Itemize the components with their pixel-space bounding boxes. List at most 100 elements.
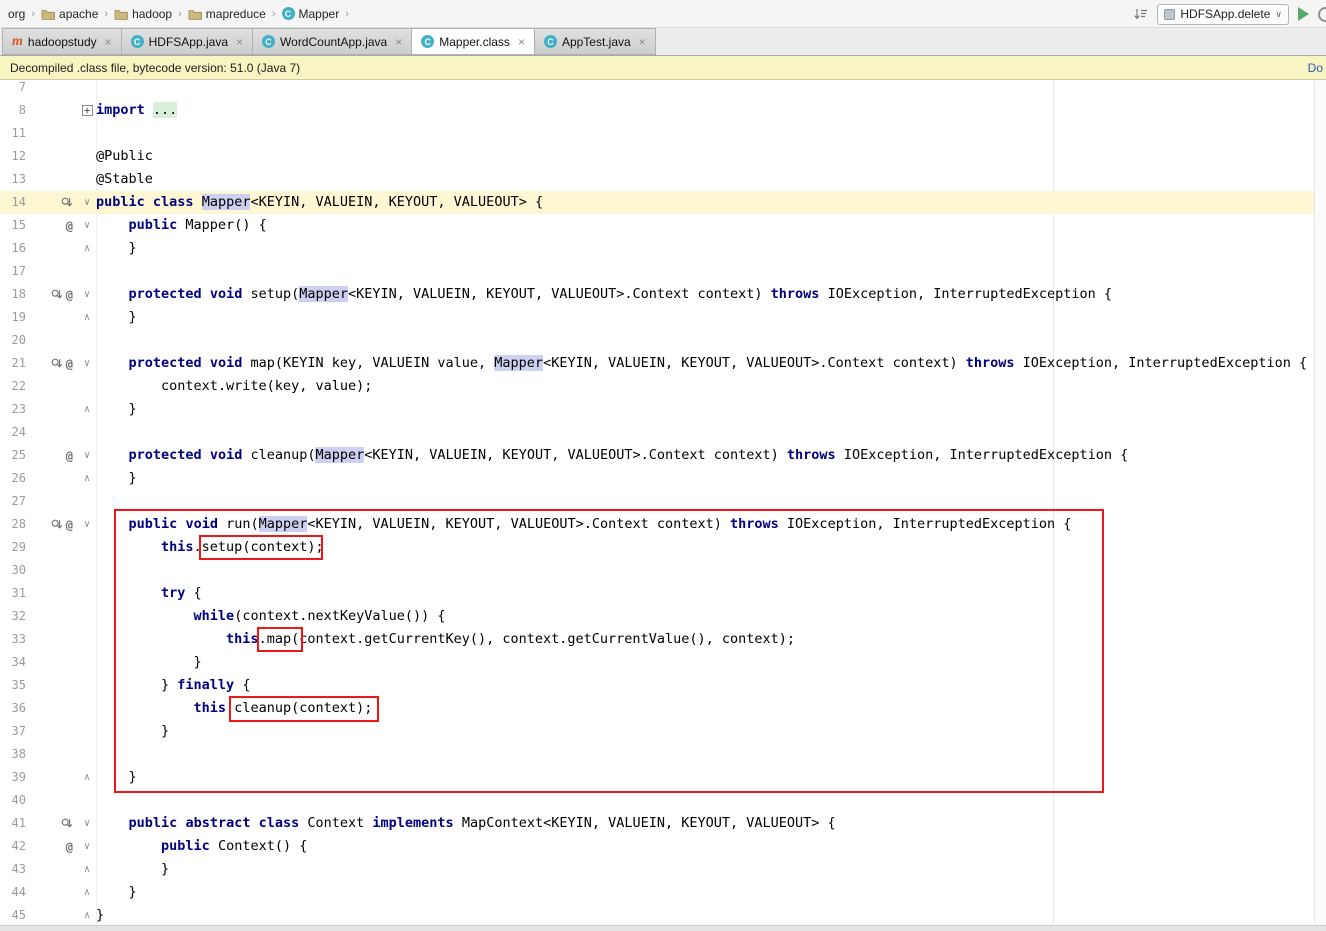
- code-text[interactable]: this.cleanup(context);: [96, 697, 1326, 720]
- breadcrumb-label: Mapper: [299, 7, 340, 21]
- annotation-marker-icon[interactable]: @: [66, 841, 73, 853]
- fold-down-icon[interactable]: ∨: [78, 444, 96, 467]
- sort-lines-icon[interactable]: [1133, 8, 1148, 21]
- annotation-marker-icon[interactable]: @: [66, 519, 73, 531]
- fold-up-icon[interactable]: ∧: [78, 766, 96, 789]
- vertical-scrollbar[interactable]: [1314, 80, 1326, 925]
- code-text[interactable]: [96, 490, 1326, 513]
- code-text[interactable]: }: [96, 858, 1326, 881]
- code-text[interactable]: [96, 421, 1326, 444]
- code-text[interactable]: [96, 559, 1326, 582]
- partial-circle-icon[interactable]: [1318, 7, 1326, 22]
- code-text[interactable]: context.write(key, value);: [96, 375, 1326, 398]
- breadcrumb-item-mapreduce[interactable]: mapreduce: [188, 7, 266, 21]
- code-text[interactable]: [96, 329, 1326, 352]
- tab-close-icon[interactable]: ×: [639, 35, 646, 49]
- code-text[interactable]: [96, 122, 1326, 145]
- tab-close-icon[interactable]: ×: [395, 35, 402, 49]
- code-text[interactable]: protected void setup(Mapper<KEYIN, VALUE…: [96, 283, 1326, 306]
- fold-up-icon[interactable]: ∧: [78, 881, 96, 904]
- code-text[interactable]: }: [96, 237, 1326, 260]
- code-text[interactable]: public class Mapper<KEYIN, VALUEIN, KEYO…: [96, 191, 1326, 214]
- run-button[interactable]: [1298, 7, 1309, 21]
- fold-up-icon[interactable]: ∧: [78, 306, 96, 329]
- code-text[interactable]: public Context() {: [96, 835, 1326, 858]
- tab-close-icon[interactable]: ×: [236, 35, 243, 49]
- fold-down-icon[interactable]: ∨: [78, 214, 96, 237]
- line-number: 20: [0, 329, 26, 352]
- code-text[interactable]: public abstract class Context implements…: [96, 812, 1326, 835]
- code-text[interactable]: public Mapper() {: [96, 214, 1326, 237]
- code-text[interactable]: @Stable: [96, 168, 1326, 191]
- fold-down-icon[interactable]: ∨: [78, 812, 96, 835]
- code-text[interactable]: [96, 789, 1326, 812]
- code-text[interactable]: }: [96, 881, 1326, 904]
- overridden-marker-icon[interactable]: [51, 289, 63, 301]
- code-text[interactable]: [96, 743, 1326, 766]
- code-text[interactable]: } finally {: [96, 674, 1326, 697]
- gutter-icons: [26, 812, 78, 835]
- annotation-marker-icon[interactable]: @: [66, 220, 73, 232]
- annotation-marker-icon[interactable]: @: [66, 289, 73, 301]
- code-text[interactable]: }: [96, 651, 1326, 674]
- code-text[interactable]: }: [96, 306, 1326, 329]
- code-text[interactable]: this.setup(context);: [96, 536, 1326, 559]
- fold-up-icon[interactable]: ∧: [78, 398, 96, 421]
- fold-down-icon[interactable]: ∨: [78, 283, 96, 306]
- tab-wordcountapp-java[interactable]: CWordCountApp.java×: [253, 28, 412, 55]
- overridden-marker-icon[interactable]: [61, 818, 73, 830]
- code-text[interactable]: import ...: [96, 99, 1326, 122]
- code-editor[interactable]: 78+import ...1112@Public13@Stable14∨publ…: [0, 80, 1326, 925]
- code-text[interactable]: }: [96, 467, 1326, 490]
- fold-down-icon[interactable]: ∨: [78, 835, 96, 858]
- code-text[interactable]: [96, 80, 1326, 99]
- code-line-11: 11: [0, 122, 1326, 145]
- code-text[interactable]: public void run(Mapper<KEYIN, VALUEIN, K…: [96, 513, 1326, 536]
- code-text[interactable]: try {: [96, 582, 1326, 605]
- fold-up-icon[interactable]: ∧: [78, 904, 96, 925]
- gutter-icons: [26, 628, 78, 651]
- code-text[interactable]: }: [96, 398, 1326, 421]
- annotation-marker-icon[interactable]: @: [66, 450, 73, 462]
- run-configuration-select[interactable]: HDFSApp.delete ∨: [1157, 4, 1289, 25]
- breadcrumb-item-apache[interactable]: apache: [41, 7, 98, 21]
- horizontal-scrollbar[interactable]: [0, 925, 1326, 931]
- overridden-marker-icon[interactable]: [51, 358, 63, 370]
- code-text[interactable]: while(context.nextKeyValue()) {: [96, 605, 1326, 628]
- code-text[interactable]: protected void map(KEYIN key, VALUEIN va…: [96, 352, 1326, 375]
- fold-up-icon[interactable]: ∧: [78, 858, 96, 881]
- code-text[interactable]: }: [96, 766, 1326, 789]
- fold-up-icon[interactable]: ∧: [78, 467, 96, 490]
- tab-hadoopstudy[interactable]: mhadoopstudy×: [2, 28, 122, 55]
- fold-expand-icon[interactable]: +: [78, 99, 96, 122]
- code-line-26: 26∧ }: [0, 467, 1326, 490]
- code-text[interactable]: [96, 260, 1326, 283]
- annotation-marker-icon[interactable]: @: [66, 358, 73, 370]
- line-number: 32: [0, 605, 26, 628]
- code-text[interactable]: }: [96, 720, 1326, 743]
- tab-close-icon[interactable]: ×: [105, 35, 112, 49]
- tab-apptest-java[interactable]: CAppTest.java×: [535, 28, 656, 55]
- overridden-marker-icon[interactable]: [61, 197, 73, 209]
- breadcrumb-item-mapper[interactable]: CMapper: [282, 7, 340, 21]
- code-text[interactable]: protected void cleanup(Mapper<KEYIN, VAL…: [96, 444, 1326, 467]
- fold-down-icon[interactable]: ∨: [78, 352, 96, 375]
- overridden-marker-icon[interactable]: [51, 519, 63, 531]
- code-line-28: 28@∨ public void run(Mapper<KEYIN, VALUE…: [0, 513, 1326, 536]
- gutter-icons: [26, 191, 78, 214]
- tab-mapper-class[interactable]: CMapper.class×: [412, 28, 535, 55]
- breadcrumb-item-hadoop[interactable]: hadoop: [114, 7, 172, 21]
- code-text[interactable]: this.map(context.getCurrentKey(), contex…: [96, 628, 1326, 651]
- tab-hdfsapp-java[interactable]: CHDFSApp.java×: [122, 28, 253, 55]
- tab-close-icon[interactable]: ×: [518, 35, 525, 49]
- editor-tabs: mhadoopstudy×CHDFSApp.java×CWordCountApp…: [0, 28, 1326, 56]
- fold-up-icon[interactable]: ∧: [78, 237, 96, 260]
- tab-label: HDFSApp.java: [149, 35, 228, 49]
- code-text[interactable]: }: [96, 904, 1326, 925]
- code-line-23: 23∧ }: [0, 398, 1326, 421]
- fold-down-icon[interactable]: ∨: [78, 191, 96, 214]
- fold-down-icon[interactable]: ∨: [78, 513, 96, 536]
- code-text[interactable]: @Public: [96, 145, 1326, 168]
- banner-link[interactable]: Do: [1308, 61, 1323, 75]
- breadcrumb-item-org[interactable]: org: [8, 7, 25, 21]
